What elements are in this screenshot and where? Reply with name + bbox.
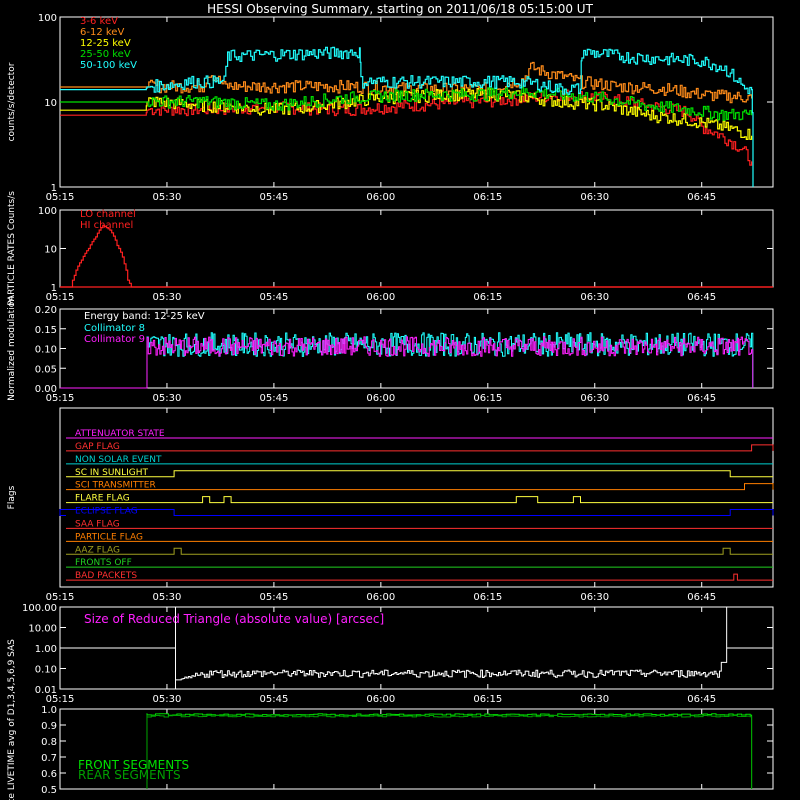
y-tick-label: 1	[51, 183, 57, 194]
x-tick-label: 06:30	[580, 592, 609, 603]
legend-0: 3-6 keV	[80, 16, 118, 27]
x-tick-label: 06:00	[366, 694, 395, 705]
flag-label-4: SCI TRANSMITTER	[75, 481, 156, 491]
flag-line-11	[66, 573, 773, 581]
x-tick-label: 06:15	[473, 192, 502, 203]
series-line-1	[146, 714, 753, 789]
x-tick-label: 05:45	[259, 393, 288, 404]
y-tick-label: 0.6	[41, 769, 57, 780]
x-tick-label: 06:45	[687, 393, 716, 404]
chart-title: HESSI Observing Summary, starting on 201…	[207, 2, 593, 16]
x-tick-label: 05:15	[46, 592, 75, 603]
legend-1: Collimator 9	[84, 334, 145, 345]
x-tick-label: 05:30	[153, 592, 182, 603]
y-axis-label: Normalized modulation	[7, 296, 17, 401]
legend-1: 6-12 keV	[80, 27, 124, 38]
sas-annotation: Size of Reduced Triangle (absolute value…	[84, 612, 384, 626]
y-tick-label: 0.20	[35, 305, 57, 316]
flag-label-7: SAA FLAG	[75, 519, 120, 529]
flag-label-0: ATTENUATOR STATE	[75, 429, 165, 439]
legend-3: 25-50 keV	[80, 49, 131, 60]
x-tick-label: 05:30	[153, 393, 182, 404]
x-tick-label: 06:00	[366, 393, 395, 404]
y-tick-label: 1.0	[41, 705, 57, 716]
y-tick-label: 100.00	[22, 603, 57, 614]
flag-line-3	[66, 470, 773, 478]
y-axis-label: SAS	[7, 639, 17, 657]
x-tick-label: 06:15	[473, 393, 502, 404]
y-tick-label: 0.05	[35, 364, 57, 375]
flag-label-10: FRONTS OFF	[75, 558, 132, 568]
flag-line-4	[66, 483, 774, 491]
y-tick-label: 0.7	[41, 753, 57, 764]
legend-1: REAR SEGMENTS	[78, 768, 181, 782]
x-tick-label: 06:00	[366, 592, 395, 603]
series-line-3	[60, 86, 753, 121]
y-tick-label: 10	[44, 98, 57, 109]
series-line-4	[60, 46, 754, 187]
x-tick-label: 06:30	[580, 694, 609, 705]
x-tick-label: 06:30	[580, 393, 609, 404]
x-tick-label: 06:00	[366, 292, 395, 303]
y-tick-label: 1.00	[35, 644, 57, 655]
x-tick-label: 06:45	[687, 292, 716, 303]
x-tick-label: 05:45	[259, 592, 288, 603]
flag-label-6: ECLIPSE FLAG	[75, 507, 138, 517]
flag-label-8: PARTICLE FLAG	[75, 532, 143, 542]
y-tick-label: 1	[51, 283, 57, 294]
y-tick-label: 0.8	[41, 737, 57, 748]
x-tick-label: 05:45	[259, 694, 288, 705]
flag-label-2: NON SOLAR EVENT	[75, 455, 162, 465]
x-tick-label: 05:30	[153, 292, 182, 303]
y-tick-label: 0.5	[41, 785, 57, 796]
y-tick-label: 100	[38, 206, 57, 217]
x-tick-label: 05:30	[153, 694, 182, 705]
flag-label-1: GAP FLAG	[75, 442, 120, 452]
flag-line-6	[59, 509, 774, 516]
x-tick-label: 06:45	[687, 694, 716, 705]
x-tick-label: 06:45	[687, 192, 716, 203]
y-tick-label: 0.00	[35, 384, 57, 395]
modulation-annotation: Energy band: 12-25 keV	[84, 311, 205, 322]
flag-label-3: SC IN SUNLIGHT	[75, 468, 149, 478]
panel-frame	[59, 407, 774, 588]
legend-0: Collimator 8	[84, 323, 145, 334]
y-tick-label: 10	[44, 245, 57, 256]
y-tick-label: 0.9	[41, 721, 57, 732]
observing-summary-plot: HESSI Observing Summary, starting on 201…	[7, 2, 774, 800]
y-axis-label: Flags	[7, 485, 17, 509]
x-tick-label: 05:45	[259, 192, 288, 203]
x-tick-label: 06:45	[687, 592, 716, 603]
x-tick-label: 06:30	[580, 192, 609, 203]
y-tick-label: 100	[38, 13, 57, 24]
y-tick-label: 0.01	[35, 685, 57, 696]
legend-0: LO channel	[80, 209, 136, 220]
panel-frame	[59, 209, 774, 288]
x-tick-label: 05:30	[153, 192, 182, 203]
y-tick-label: 0.15	[35, 325, 57, 336]
legend-4: 50-100 keV	[80, 60, 137, 71]
series-line-0	[146, 713, 753, 789]
x-tick-label: 06:15	[473, 592, 502, 603]
flag-line-5	[66, 496, 773, 504]
x-tick-label: 06:15	[473, 292, 502, 303]
flag-label-9: AAZ FLAG	[75, 545, 120, 555]
x-tick-label: 06:00	[366, 192, 395, 203]
series-line-0	[60, 224, 773, 288]
y-tick-label: 0.10	[35, 345, 57, 356]
flag-line-9	[66, 547, 773, 555]
flag-line-1	[66, 444, 774, 452]
y-tick-label: 0.10	[35, 665, 57, 676]
x-tick-label: 06:15	[473, 694, 502, 705]
flag-label-11: BAD PACKETS	[75, 571, 137, 581]
y-axis-label: counts/s/detector	[7, 62, 17, 141]
legend-1: HI channel	[80, 220, 133, 231]
y-axis-label: PARTICLE RATES Counts/s	[7, 191, 17, 306]
flag-label-5: FLARE FLAG	[75, 494, 130, 504]
x-tick-label: 06:30	[580, 292, 609, 303]
legend-2: 12-25 keV	[80, 38, 131, 49]
y-tick-label: 10.00	[28, 624, 57, 635]
y-axis-label: Mon. Rate LIVETIME avg of D1,3,4,5,6,9	[7, 659, 17, 800]
x-tick-label: 05:45	[259, 292, 288, 303]
